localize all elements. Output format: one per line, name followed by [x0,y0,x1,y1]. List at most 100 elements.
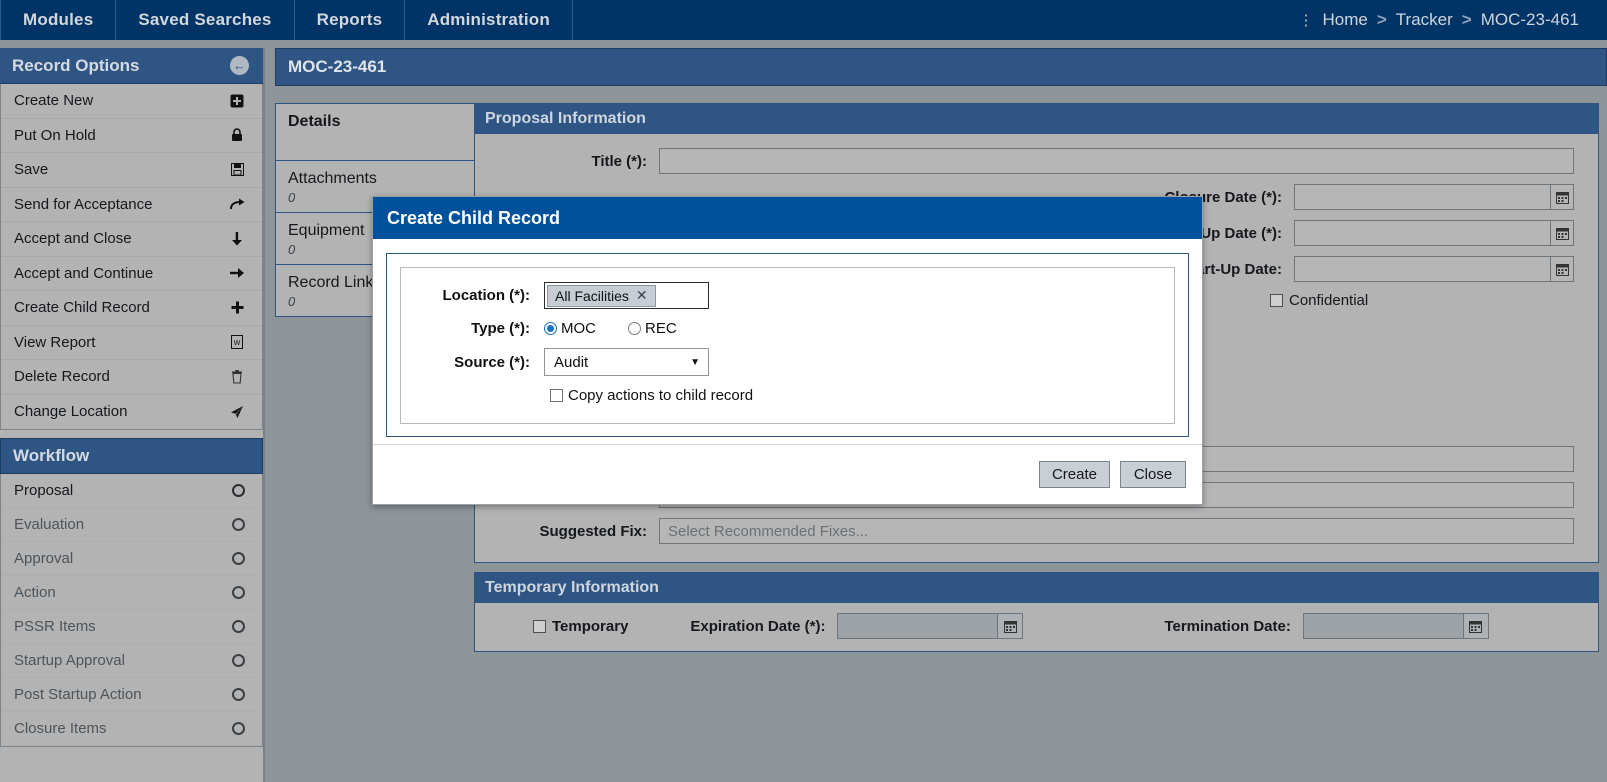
confidential-checkbox[interactable] [1270,294,1283,307]
workflow-status-circle-icon [232,620,245,633]
sidebar-item-delete-record[interactable]: Delete Record [1,360,262,395]
workflow-item-evaluation[interactable]: Evaluation [1,508,262,542]
type-radio-moc[interactable]: MOC [544,320,596,337]
suggested-fix-input[interactable]: Select Recommended Fixes... [659,518,1574,544]
dialog-inner-frame: Location (*): All Facilities ✕ Type (*): [386,253,1189,437]
workflow-item-startup-approval[interactable]: Startup Approval [1,644,262,678]
calendar-icon[interactable] [1550,184,1574,210]
suggested-fix-label: Suggested Fix: [499,523,659,540]
close-button[interactable]: Close [1120,461,1186,488]
workflow-item-closure-items[interactable]: Closure Items [1,712,262,746]
workflow-header: Workflow [0,438,263,474]
sidebar-item-accept-and-close[interactable]: Accept and Close [1,222,262,257]
title-label: Title (*): [499,153,659,170]
workflow-item-proposal[interactable]: Proposal [1,474,262,508]
sidebar-item-create-child-record[interactable]: Create Child Record [1,291,262,326]
tab-details[interactable]: Details [275,103,475,160]
tab-attachments-label: Attachments [288,170,462,188]
copy-actions-row[interactable]: Copy actions to child record [401,387,1174,404]
calendar-icon[interactable] [1463,613,1489,639]
source-dropdown[interactable]: Audit ▼ [544,348,709,376]
expiration-date-label: Expiration Date (*): [690,618,825,635]
dialog-title: Create Child Record [387,208,560,229]
radio-selected-icon[interactable] [544,322,557,335]
workflow-list: Proposal Evaluation Approval Action PSSR… [0,474,263,747]
record-header: MOC-23-461 [275,48,1607,86]
location-label: Location (*): [401,287,544,304]
workflow-item-startup-approval-label: Startup Approval [14,652,125,669]
location-token-input[interactable]: All Facilities ✕ [544,282,709,309]
closure-date-input[interactable] [1294,184,1550,210]
calendar-icon[interactable] [1550,256,1574,282]
create-child-record-dialog: Create Child Record Location (*): All Fa… [372,196,1203,505]
type-radio-moc-label: MOC [561,320,596,337]
temporary-checkbox[interactable] [533,620,546,633]
workflow-status-circle-icon [232,654,245,667]
workflow-item-pssr-items[interactable]: PSSR Items [1,610,262,644]
arrow-right-icon [228,267,246,279]
workflow-item-action[interactable]: Action [1,576,262,610]
termination-date-control [1303,613,1489,639]
nav-item-modules[interactable]: Modules [0,0,116,40]
sidebar-item-accept-and-continue[interactable]: Accept and Continue [1,257,262,292]
plus-icon [228,301,246,314]
nav-item-saved-searches-label: Saved Searches [138,10,271,30]
word-document-icon: W [228,335,246,349]
workflow-item-approval[interactable]: Approval [1,542,262,576]
sidebar-item-send-for-acceptance-label: Send for Acceptance [14,196,152,213]
expiration-date-input[interactable] [837,613,997,639]
plus-square-icon [228,94,246,108]
sidebar-item-delete-record-label: Delete Record [14,368,110,385]
workflow-title: Workflow [13,446,89,466]
create-button[interactable]: Create [1039,461,1110,488]
actual-startup-date-control [1294,256,1574,282]
collapse-sidebar-icon[interactable]: ← [230,56,249,75]
sidebar-item-save-label: Save [14,161,48,178]
proposal-information-header: Proposal Information [475,104,1598,134]
temporary-checkbox-row[interactable]: Temporary [533,618,628,635]
startup-date-input[interactable] [1294,220,1550,246]
calendar-icon[interactable] [997,613,1023,639]
copy-actions-checkbox[interactable] [550,389,563,402]
suggested-fix-control: Select Recommended Fixes... [659,518,1574,544]
nav-item-reports-label: Reports [317,10,383,30]
breadcrumb: ⋮ Home > Tracker > MOC-23-461 [1299,0,1607,40]
sidebar-item-view-report-label: View Report [14,334,95,351]
workflow-item-post-startup-action[interactable]: Post Startup Action [1,678,262,712]
calendar-icon[interactable] [1550,220,1574,246]
actual-startup-date-input[interactable] [1294,256,1550,282]
title-input[interactable] [659,148,1574,174]
nav-item-reports[interactable]: Reports [295,0,406,40]
type-radio-rec[interactable]: REC [628,320,677,337]
sidebar-item-accept-and-continue-label: Accept and Continue [14,265,153,282]
svg-text:W: W [234,340,241,347]
nav-item-saved-searches[interactable]: Saved Searches [116,0,294,40]
termination-date-input[interactable] [1303,613,1463,639]
dialog-title-bar: Create Child Record [373,197,1202,239]
radio-unselected-icon[interactable] [628,322,641,335]
sidebar-item-put-on-hold[interactable]: Put On Hold [1,119,262,154]
temporary-information-title: Temporary Information [485,579,659,597]
sidebar-item-save[interactable]: Save [1,153,262,188]
breadcrumb-home[interactable]: Home [1323,10,1368,30]
nav-item-administration[interactable]: Administration [405,0,573,40]
sidebar-item-send-for-acceptance[interactable]: Send for Acceptance [1,188,262,223]
nav-item-modules-label: Modules [23,10,93,30]
sidebar-item-view-report[interactable]: View Report W [1,326,262,361]
breadcrumb-tracker[interactable]: Tracker [1396,10,1453,30]
workflow-item-pssr-items-label: PSSR Items [14,618,96,635]
share-arrow-icon [228,198,246,211]
workflow-item-action-label: Action [14,584,56,601]
trash-icon [228,370,246,384]
expiration-date-row: Expiration Date (*): [690,613,1023,639]
sidebar-item-create-new[interactable]: Create New [1,84,262,119]
remove-token-icon[interactable]: ✕ [636,287,648,304]
sidebar-item-change-location[interactable]: Change Location [1,395,262,430]
workflow-status-circle-icon [232,518,245,531]
temporary-information-body: Temporary Expiration Date (*): [475,603,1598,651]
breadcrumb-current: MOC-23-461 [1481,10,1579,30]
floppy-disk-icon [228,163,246,176]
workflow-status-circle-icon [232,552,245,565]
kebab-menu-icon[interactable]: ⋮ [1299,13,1314,28]
temporary-information-header: Temporary Information [475,573,1598,603]
